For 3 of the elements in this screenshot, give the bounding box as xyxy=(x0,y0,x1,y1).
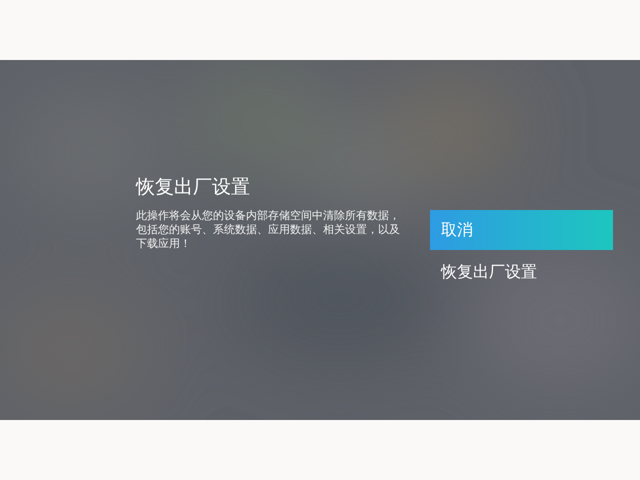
dialog-message: 此操作将会从您的设备内部存储空间中清除所有数据，包括您的账号、系统数据、应用数据、相关设置，以及下载应用！ xyxy=(136,209,401,251)
dialog-title: 恢复出厂设置 xyxy=(136,175,251,199)
menu-option[interactable]: 恢复出厂设置 xyxy=(430,252,613,292)
